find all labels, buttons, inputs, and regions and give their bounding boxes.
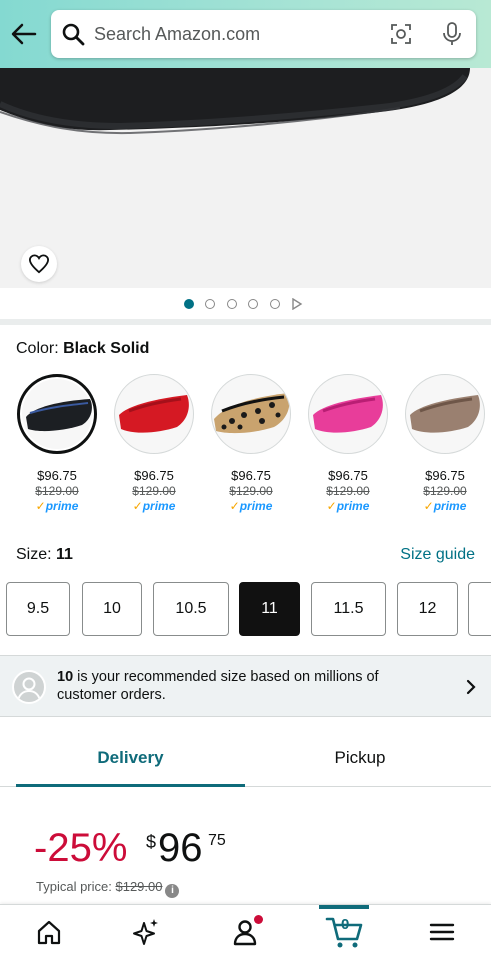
home-icon[interactable] xyxy=(34,917,64,947)
size-guide-link[interactable]: Size guide xyxy=(400,546,475,564)
menu-icon[interactable] xyxy=(427,917,457,947)
size-option-12[interactable]: 12 xyxy=(397,582,458,636)
swatch-image xyxy=(17,374,97,454)
prime-badge: ✓prime xyxy=(423,499,467,513)
video-play-icon[interactable] xyxy=(291,298,303,310)
wishlist-heart-button[interactable] xyxy=(21,246,57,282)
size-option-11[interactable]: 11 xyxy=(239,582,300,636)
size-recommendation[interactable]: 10 is your recommended size based on mil… xyxy=(0,655,491,717)
swatch-was-price: $129.00 xyxy=(229,484,273,498)
notification-dot xyxy=(254,915,263,924)
color-swatch-taupe[interactable]: $96.75 $129.00 ✓prime xyxy=(404,374,486,513)
swatch-image xyxy=(114,374,194,454)
carousel-dot[interactable] xyxy=(205,299,215,309)
camera-search-icon[interactable] xyxy=(389,22,413,46)
swatch-image xyxy=(405,374,485,454)
swatch-image xyxy=(308,374,388,454)
swatch-price: $96.75 xyxy=(328,468,368,483)
active-nav-indicator xyxy=(319,905,369,909)
carousel-dot[interactable] xyxy=(184,299,194,309)
prime-badge: ✓prime xyxy=(132,499,176,513)
swatch-price: $96.75 xyxy=(231,468,271,483)
price-fraction: 75 xyxy=(208,832,226,849)
tab-pickup[interactable]: Pickup xyxy=(245,738,475,788)
color-swatch-pink[interactable]: $96.75 $129.00 ✓prime xyxy=(307,374,389,513)
color-swatch-red[interactable]: $96.75 $129.00 ✓prime xyxy=(113,374,195,513)
typical-price: Typical price: $129.00 i xyxy=(36,879,180,898)
tab-delivery[interactable]: Delivery xyxy=(16,738,245,788)
size-option-9-5[interactable]: 9.5 xyxy=(6,582,70,636)
back-arrow-icon xyxy=(11,23,37,45)
back-button[interactable] xyxy=(10,20,40,48)
swatch-was-price: $129.00 xyxy=(35,484,79,498)
recommendation-text: 10 is your recommended size based on mil… xyxy=(57,669,379,703)
swatch-was-price: $129.00 xyxy=(423,484,467,498)
prime-badge: ✓prime xyxy=(35,499,79,513)
prime-badge: ✓prime xyxy=(326,499,370,513)
image-carousel-dots xyxy=(0,296,491,312)
top-header: Search Amazon.com xyxy=(0,0,491,68)
color-swatch-leopard[interactable]: $96.75 $129.00 ✓prime xyxy=(210,374,292,513)
swatch-was-price: $129.00 xyxy=(132,484,176,498)
size-option-11-5[interactable]: 11.5 xyxy=(311,582,386,636)
swatch-image xyxy=(211,374,291,454)
microphone-icon[interactable] xyxy=(441,21,463,47)
user-avatar-icon xyxy=(12,670,46,704)
carousel-dot[interactable] xyxy=(248,299,258,309)
price-whole: 96 xyxy=(158,826,203,870)
color-label: Color: Black Solid xyxy=(16,340,150,357)
swatch-was-price: $129.00 xyxy=(326,484,370,498)
heart-icon xyxy=(28,254,50,274)
chevron-right-icon xyxy=(466,679,476,695)
size-option-10-5[interactable]: 10.5 xyxy=(153,582,229,636)
cart-button[interactable]: 0 xyxy=(325,913,365,949)
swatch-price: $96.75 xyxy=(134,468,174,483)
section-divider xyxy=(0,319,491,325)
search-bar[interactable]: Search Amazon.com xyxy=(51,10,476,58)
price-currency: $ xyxy=(146,832,157,852)
color-swatch-black[interactable]: $96.75 $129.00 ✓prime xyxy=(16,374,98,513)
search-icon xyxy=(62,23,85,46)
size-option-10[interactable]: 10 xyxy=(82,582,142,636)
selected-size-value: 11 xyxy=(56,546,73,563)
discount-percent: -25% xyxy=(34,826,128,870)
carousel-dot[interactable] xyxy=(227,299,237,309)
search-input[interactable]: Search Amazon.com xyxy=(94,24,260,45)
swatch-price: $96.75 xyxy=(37,468,77,483)
sparkle-icon[interactable] xyxy=(131,917,161,947)
carousel-dot[interactable] xyxy=(270,299,280,309)
bottom-navigation: 0 xyxy=(0,904,491,960)
prime-badge: ✓prime xyxy=(229,499,273,513)
size-label: Size: 11 xyxy=(16,546,73,563)
swatch-price: $96.75 xyxy=(425,468,465,483)
info-icon[interactable]: i xyxy=(165,884,180,898)
size-option-partial[interactable]: 1 xyxy=(468,582,491,636)
cart-count: 0 xyxy=(341,916,350,933)
active-tab-indicator xyxy=(16,784,245,787)
selected-color-value: Black Solid xyxy=(63,340,150,357)
